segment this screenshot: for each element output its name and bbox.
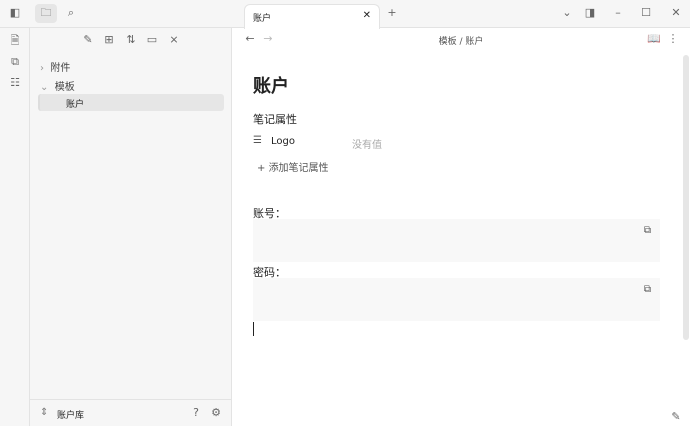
properties-heading: 笔记属性 [253, 113, 297, 126]
new-folder-icon[interactable]: ⊞ [101, 33, 117, 49]
note-title[interactable]: 账户 [253, 72, 289, 98]
sidebar-toggle-icon[interactable]: ◧ [7, 6, 23, 22]
property-name[interactable]: Logo [271, 136, 295, 147]
tab-account[interactable]: 账户 ✕ [244, 4, 380, 29]
help-icon[interactable]: ? [188, 406, 204, 422]
tab-title: 账户 [253, 14, 272, 24]
folder-icon[interactable]: 🗀 [35, 4, 57, 23]
add-property-button[interactable]: + 添加笔记属性 [257, 159, 329, 174]
vault-switch-icon[interactable]: ⇕ [40, 407, 48, 418]
code-block-password[interactable]: ⧉ [253, 278, 660, 321]
reading-view-icon[interactable]: 📖 [646, 32, 662, 48]
close-tab-icon[interactable]: ✕ [363, 10, 371, 21]
collapse-view-icon[interactable]: ▭ [144, 33, 160, 49]
close-window-icon[interactable]: ✕ [668, 6, 684, 22]
list-icon[interactable]: ☷ [7, 76, 23, 92]
maximize-icon[interactable]: ☐ [638, 6, 654, 22]
sidebar-right-icon[interactable]: ◨ [582, 6, 598, 22]
file-icon[interactable]: 🗎 [7, 34, 23, 50]
edit-mode-icon[interactable]: ✎ [668, 410, 684, 426]
vault-footer: ⇕ 账户库 ? ⚙ [30, 399, 232, 426]
chevron-down-icon[interactable]: ⌄ [559, 6, 575, 22]
list-property-icon: ☰ [253, 135, 262, 146]
breadcrumb-folder[interactable]: 模板 [439, 37, 457, 47]
sort-icon[interactable]: ⇅ [123, 33, 139, 49]
settings-icon[interactable]: ⚙ [208, 406, 224, 422]
property-value[interactable]: 没有值 [352, 136, 382, 151]
search-icon[interactable]: ⌕ [63, 6, 79, 22]
minimize-icon[interactable]: – [610, 6, 626, 22]
new-tab-icon[interactable]: + [384, 6, 400, 22]
scrollbar[interactable] [683, 55, 689, 340]
folder-templates[interactable]: ⌄ 模板 [40, 78, 75, 93]
folder-attachments[interactable]: › 附件 [40, 59, 70, 74]
vault-name[interactable]: 账户库 [57, 408, 84, 421]
code-block-account[interactable]: ⧉ [253, 219, 660, 262]
collapse-all-icon[interactable]: ⨯ [166, 33, 182, 49]
file-label: 账户 [66, 100, 85, 110]
more-options-icon[interactable]: ⋮ [665, 32, 681, 48]
text-cursor [253, 322, 254, 336]
breadcrumb: 模板 / 账户 [232, 34, 690, 47]
copy-icon[interactable]: ⧉ [7, 55, 23, 71]
tab-bar: 账户 ✕ + ⌄ ◨ – ☐ ✕ [232, 0, 690, 29]
ribbon: 🗎 ⧉ ☷ [0, 28, 30, 426]
file-explorer: ✎ ⊞ ⇅ ▭ ⨯ › 附件 ⌄ 模板 账户 ⇕ 账户库 ? ⚙ [30, 28, 232, 426]
copy-icon[interactable]: ⧉ [644, 225, 651, 236]
new-note-icon[interactable]: ✎ [80, 33, 96, 49]
folder-label: 附件 [50, 63, 71, 74]
file-item-active[interactable]: 账户 [38, 94, 224, 111]
sidebar-header: ◧ 🗀 ⌕ [0, 0, 232, 28]
copy-icon[interactable]: ⧉ [644, 284, 651, 295]
folder-label: 模板 [54, 82, 75, 93]
breadcrumb-sep: / [459, 37, 463, 47]
breadcrumb-file[interactable]: 账户 [465, 37, 483, 47]
add-property-label: 添加笔记属性 [268, 163, 329, 174]
